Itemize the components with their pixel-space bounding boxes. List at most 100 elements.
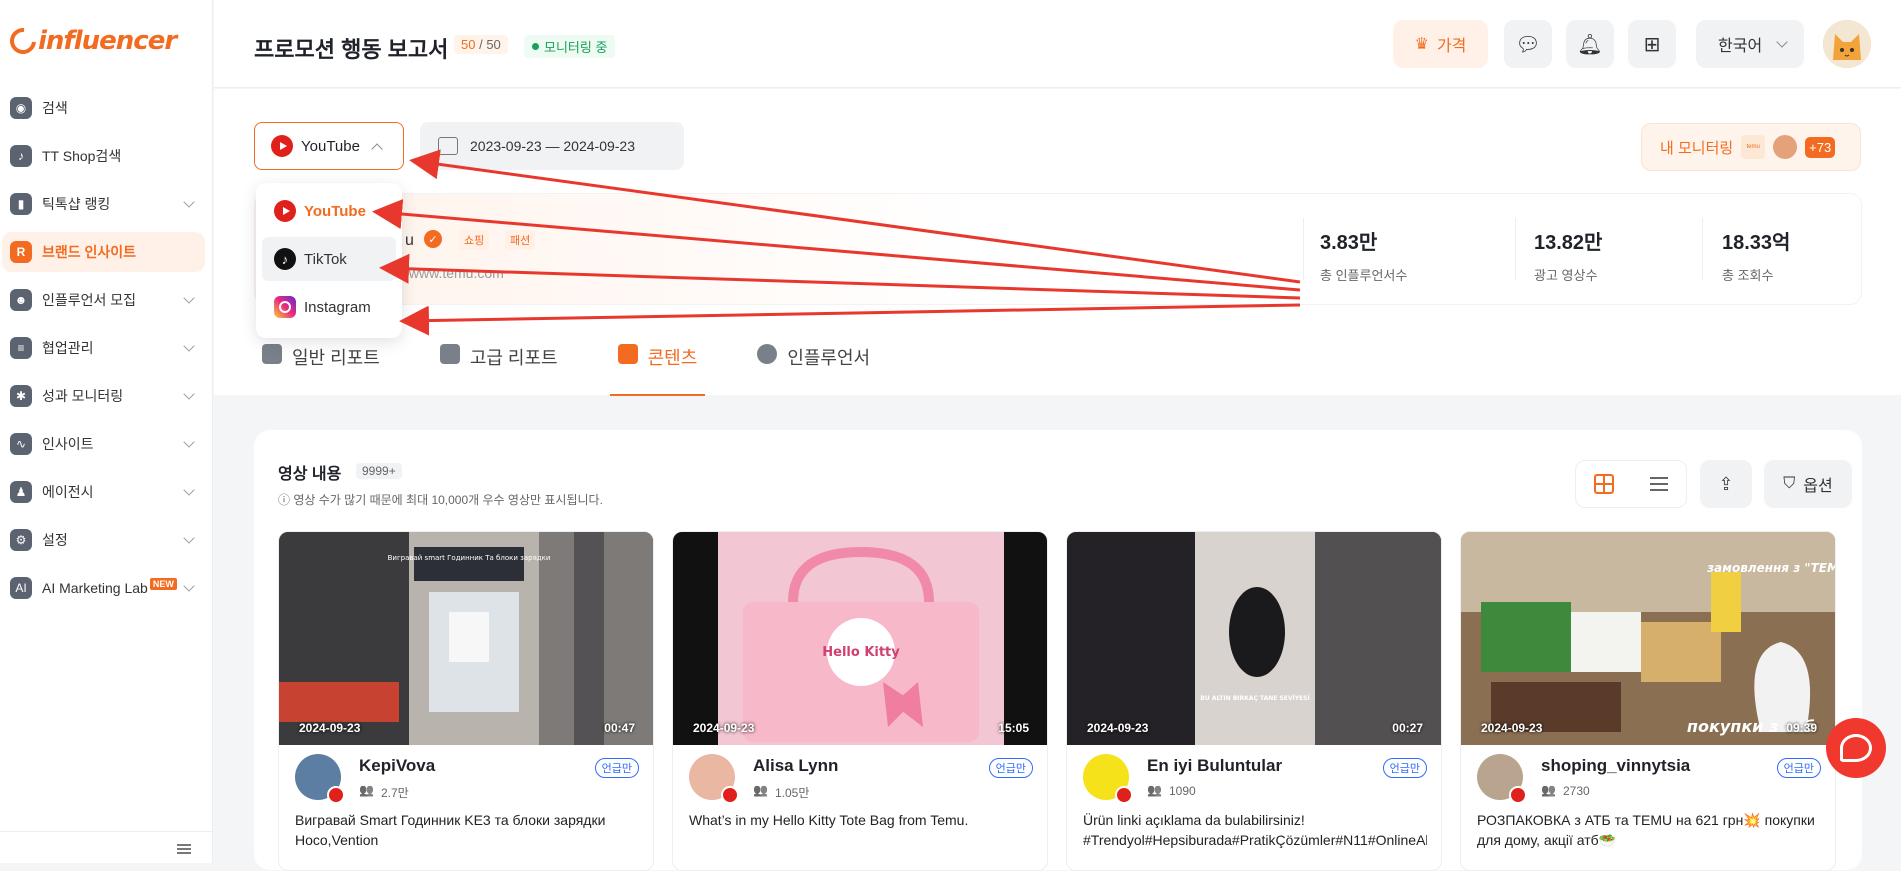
mention-badge: 언급만	[594, 758, 639, 778]
page-title: 프로모션 행동 보고서	[254, 37, 449, 62]
pricing-button[interactable]: ♛ 가격	[1393, 20, 1488, 68]
sidebar-item-influencer-recruit[interactable]: ☻ 인플루언서 모집	[2, 280, 205, 320]
platform-select[interactable]: YouTube	[254, 122, 404, 170]
my-monitoring-button[interactable]: 내 모니터링 temu +73	[1641, 123, 1861, 171]
video-thumbnail[interactable]: Вигравай smart Годинник Та блоки зарядки…	[279, 532, 653, 745]
youtube-icon	[1509, 786, 1527, 804]
video-thumbnail[interactable]: BU ALTIN BIRKAÇ TANE SEVİYESİ 2024-09-23…	[1067, 532, 1441, 745]
video-duration: 09:39	[1786, 721, 1817, 735]
sidebar-item-tt-shop-search[interactable]: ♪ TT Shop검색	[2, 136, 205, 176]
option-label: 옵션	[1803, 478, 1833, 495]
sidebar-item-brand-insight[interactable]: R 브랜드 인사이트	[2, 232, 205, 272]
chevron-down-icon	[183, 532, 195, 544]
export-icon: ⇪	[1718, 473, 1734, 494]
dropdown-option-instagram[interactable]: Instagram	[262, 285, 396, 329]
channel-name[interactable]: En iyi Buluntular	[1147, 756, 1282, 776]
quota-separator: /	[475, 37, 487, 52]
stat-value: 13.82만	[1534, 232, 1603, 254]
thumbnail-caption: Вигравай smart Годинник Та блоки зарядки	[388, 554, 551, 562]
video-card[interactable]: BU ALTIN BIRKAÇ TANE SEVİYESİ 2024-09-23…	[1066, 531, 1442, 871]
channel-name[interactable]: Alisa Lynn	[753, 756, 838, 776]
dropdown-option-youtube[interactable]: YouTube	[262, 189, 396, 233]
collapse-sidebar-icon[interactable]	[177, 844, 191, 854]
sidebar-item-label: AI Marketing Lab	[42, 580, 148, 596]
channel-name[interactable]: shoping_vinnytsia	[1541, 756, 1690, 776]
chevron-down-icon	[1776, 36, 1788, 48]
chevron-up-icon	[371, 143, 383, 155]
video-date: 2024-09-23	[299, 721, 361, 735]
sidebar-item-settings[interactable]: ⚙ 설정	[2, 520, 205, 560]
support-chat-button[interactable]	[1826, 718, 1886, 778]
document-icon: ≡	[10, 337, 32, 359]
chevron-down-icon	[183, 196, 195, 208]
export-button[interactable]: ⇪	[1700, 460, 1752, 508]
video-card[interactable]: замовлення з "TEMU" покупки з атб 2024-0…	[1460, 531, 1836, 871]
sidebar-item-ai-marketing-lab[interactable]: AI AI Marketing Lab NEW	[2, 568, 205, 608]
sidebar-item-agency[interactable]: ♟ 에이전시	[2, 472, 205, 512]
sidebar-item-label: 성과 모니터링	[42, 388, 124, 404]
video-date: 2024-09-23	[1481, 721, 1543, 735]
report-tabs: 일반 리포트 고급 리포트 콘텐츠 인플루언서	[262, 340, 930, 396]
pricing-label: 가격	[1436, 38, 1467, 55]
chevron-down-icon	[183, 580, 195, 592]
filter-icon: ⛉	[1783, 475, 1796, 492]
subscriber-count: 1.05만	[753, 784, 809, 801]
people-icon: ☻	[10, 289, 32, 311]
sidebar-item-label: 인사이트	[42, 436, 94, 452]
stat-value: 18.33억	[1722, 232, 1791, 254]
chat-button[interactable]: 💬︎	[1504, 20, 1552, 68]
video-card[interactable]: Hello Kitty 2024-09-23 15:05 Alisa Lynn …	[672, 531, 1048, 871]
calendar-icon	[438, 137, 458, 155]
video-duration: 00:27	[1392, 721, 1423, 735]
my-monitoring-label: 내 모니터링	[1660, 139, 1734, 157]
influencer-avatar-thumb	[1773, 135, 1798, 159]
chevron-down-icon	[183, 292, 195, 304]
tab-contents[interactable]: 콘텐츠	[609, 340, 705, 396]
video-thumbnail[interactable]: замовлення з "TEMU" покупки з атб 2024-0…	[1461, 532, 1835, 745]
sidebar-item-tiktok-shop-ranking[interactable]: ▮ 틱톡샵 랭킹	[2, 184, 205, 224]
cat-avatar-icon	[1823, 20, 1871, 68]
thumbnail-image: замовлення з "TEMU" покупки з атб	[1461, 532, 1835, 745]
sidebar-item-collaboration[interactable]: ≡ 협업관리	[2, 328, 205, 368]
stat-divider	[1702, 218, 1703, 280]
section-title: 영상 내용	[278, 466, 342, 483]
grid-view-icon[interactable]	[1594, 474, 1614, 494]
quota-total: 50	[486, 37, 501, 52]
brand-url-link[interactable]: /www.temu.com	[405, 265, 504, 281]
chevron-down-icon	[183, 484, 195, 496]
video-card[interactable]: Вигравай smart Годинник Та блоки зарядки…	[278, 531, 654, 871]
compass-icon: ◉	[10, 97, 32, 119]
sidebar-item-performance-monitoring[interactable]: ✱ 성과 모니터링	[2, 376, 205, 416]
sidebar-item-label: 인플루언서 모집	[42, 292, 137, 308]
bell-icon: 🔔︎	[1577, 33, 1603, 56]
user-avatar[interactable]	[1823, 20, 1871, 68]
quota-used: 50	[461, 37, 476, 52]
date-range-picker[interactable]: 2023-09-23 — 2024-09-23	[420, 122, 684, 170]
filter-options-button[interactable]: ⛉ 옵션	[1764, 460, 1852, 508]
video-thumbnail[interactable]: Hello Kitty 2024-09-23 15:05	[673, 532, 1047, 745]
app-logo[interactable]: influencer	[4, 22, 177, 60]
tab-general-report[interactable]: 일반 리포트	[262, 340, 380, 396]
tab-influencer[interactable]: 인플루언서	[757, 340, 870, 396]
tab-advanced-report[interactable]: 고급 리포트	[439, 340, 558, 396]
sidebar-item-search[interactable]: ◉ 검색	[2, 88, 205, 128]
list-view-icon[interactable]	[1650, 477, 1668, 491]
sidebar-item-label: 협업관리	[42, 340, 94, 356]
channel-name[interactable]: KepiVova	[359, 756, 435, 776]
sidebar-item-insight[interactable]: ∿ 인사이트	[2, 424, 205, 464]
brand-name: u	[405, 232, 414, 249]
language-select[interactable]: 한국어	[1696, 20, 1804, 68]
apps-button[interactable]: ⊞	[1628, 20, 1676, 68]
sidebar-footer	[0, 831, 213, 863]
logo-mark-icon	[4, 22, 42, 60]
stat-label: 광고 영상수	[1534, 268, 1598, 283]
video-duration: 15:05	[998, 721, 1029, 735]
tab-label: 인플루언서	[787, 348, 871, 368]
video-description: РОЗПАКОВКА з АТБ та TEMU на 621 грн💥 пок…	[1477, 812, 1819, 848]
stat-value: 3.83만	[1320, 232, 1378, 254]
youtube-icon	[327, 786, 345, 804]
notification-button[interactable]: 🔔︎	[1566, 20, 1614, 68]
dropdown-option-tiktok[interactable]: ♪ TikTok	[262, 237, 396, 281]
section-note: ⓘ 영상 수가 많기 때문에 최대 10,000개 우수 영상만 표시됩니다.	[278, 493, 603, 507]
brand-summary-card	[254, 193, 1862, 305]
